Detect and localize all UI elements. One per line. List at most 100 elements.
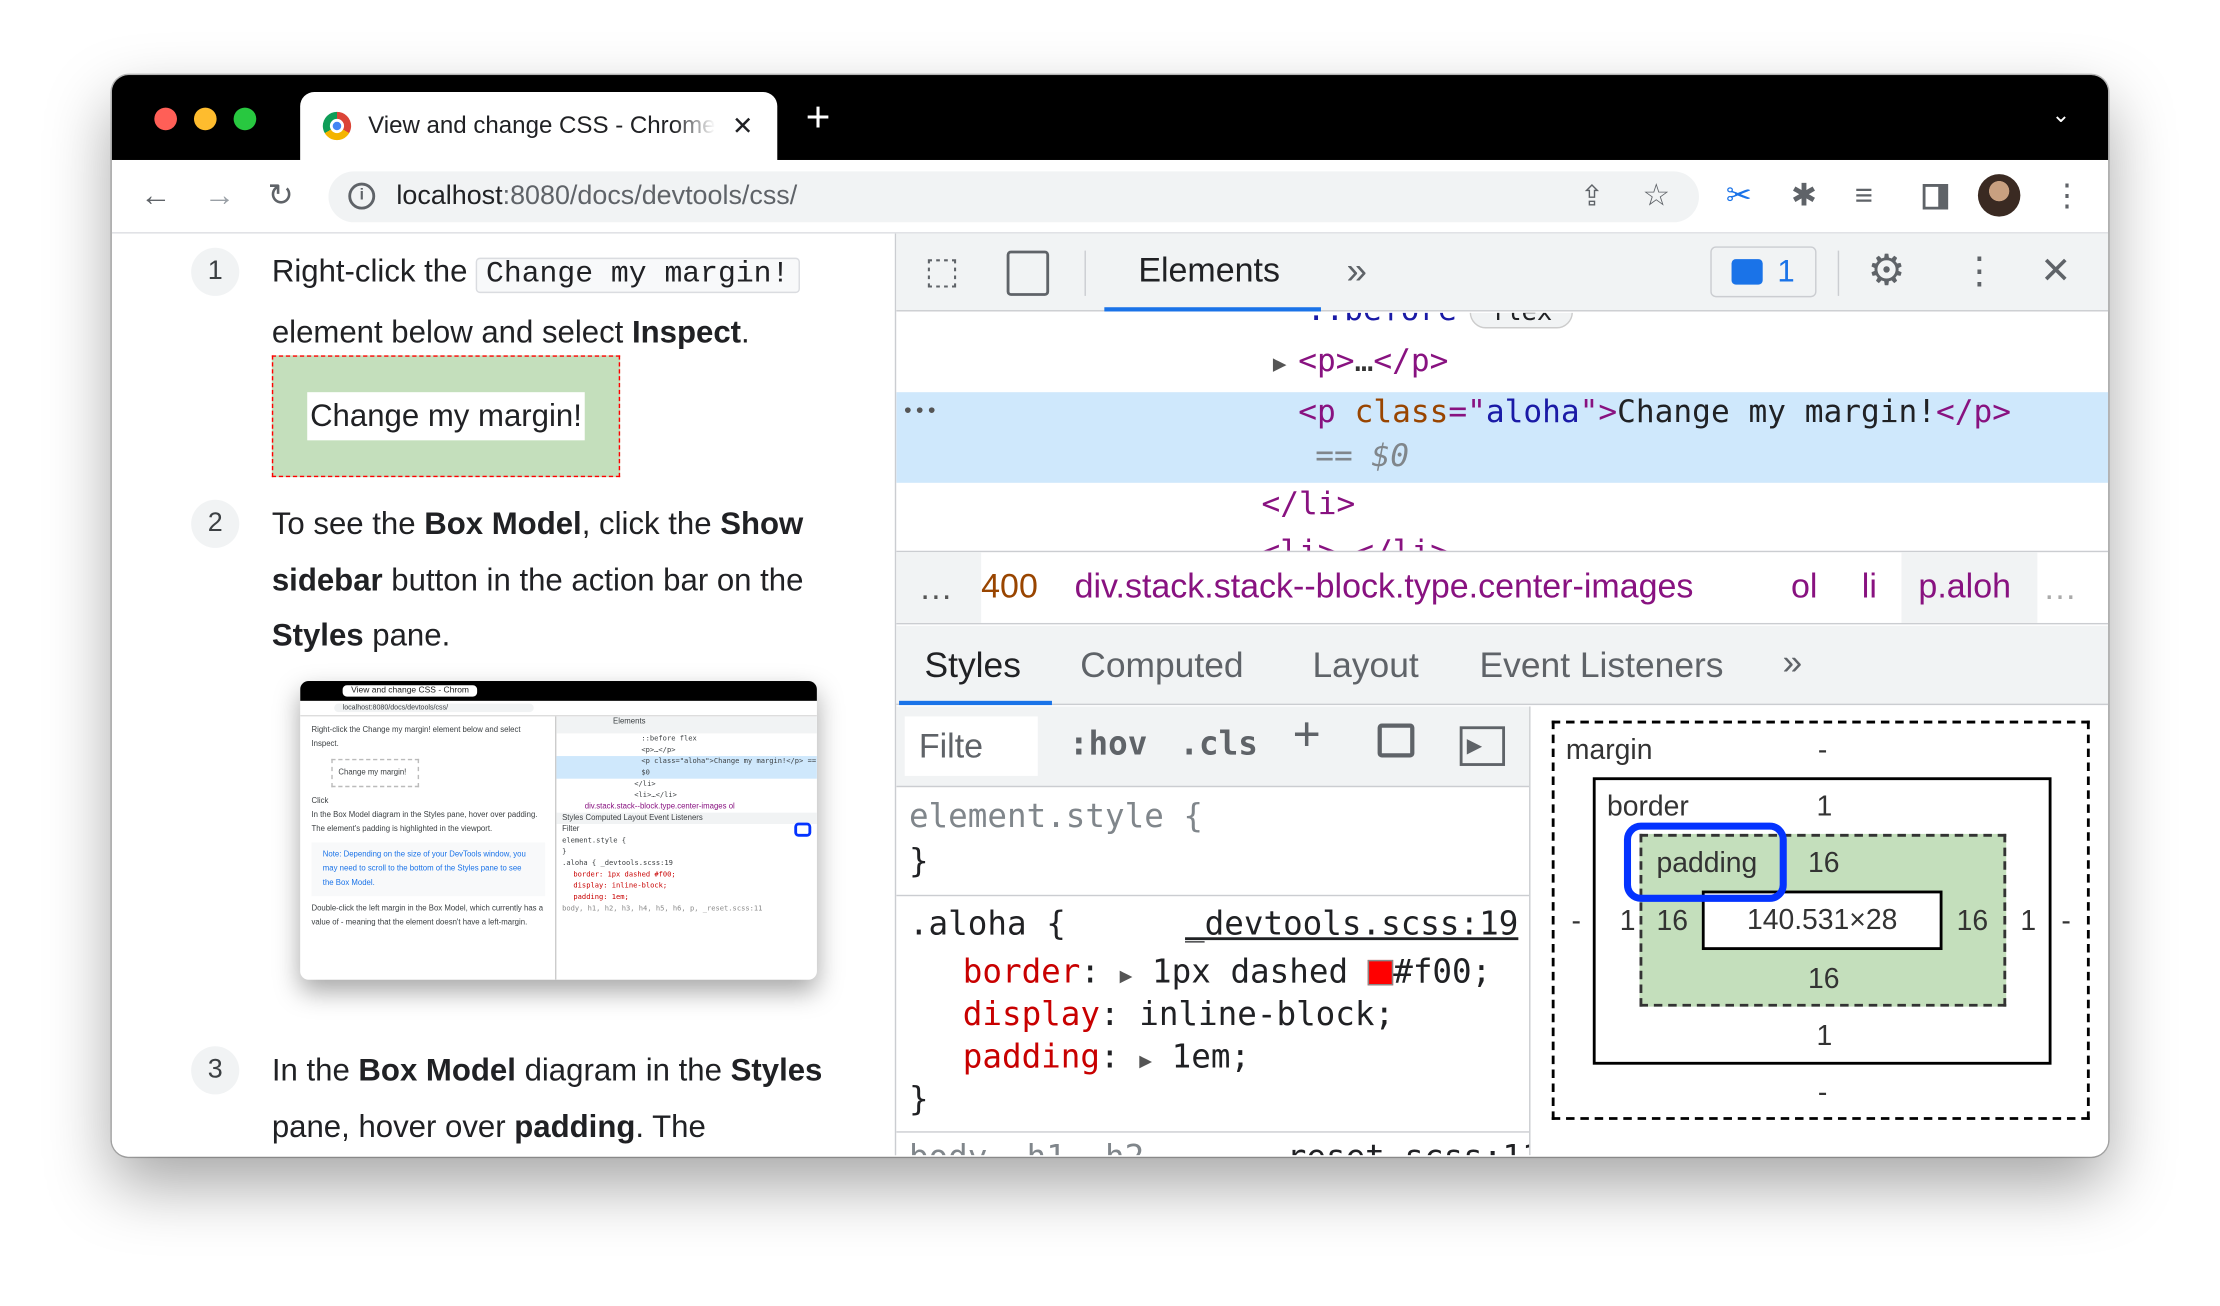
more-tabs-button[interactable]: » (1346, 249, 1366, 293)
thumb-css: .aloha { _devtools.scss:19 (562, 859, 673, 868)
tab-styles[interactable]: Styles (925, 646, 1021, 687)
site-info-icon[interactable]: i (348, 182, 376, 210)
step-text: pane, hover over (271, 1107, 515, 1144)
step-bold: Styles (730, 1051, 823, 1088)
browser-tab[interactable]: View and change CSS - Chrome ✕ (300, 92, 778, 160)
inspect-element-icon[interactable]: ⬚ (925, 252, 960, 289)
thumb-css: display: inline-block; (573, 882, 668, 891)
next-rule-selector[interactable]: body, h1, h2 (909, 1137, 1144, 1156)
breadcrumb-scroll-right[interactable]: … (2043, 569, 2077, 609)
breadcrumb-item-selected[interactable]: p.aloh (1901, 552, 2038, 623)
tab-elements[interactable]: Elements (1138, 252, 1280, 292)
tab-event-listeners[interactable]: Event Listeners (1480, 646, 1724, 687)
dom-node-li[interactable]: <li>…</li> (1261, 535, 1449, 551)
breadcrumb-item[interactable]: li (1862, 568, 1877, 608)
border-top-value[interactable]: 1 (1816, 791, 1832, 824)
source-link[interactable]: _reset.scss:11 (1267, 1137, 1529, 1156)
paint-brush-icon[interactable] (1377, 723, 1415, 758)
padding-bottom-value[interactable]: 16 (1808, 964, 1840, 997)
tab-search-chevron-icon[interactable]: ⌄ (2052, 101, 2071, 129)
breadcrumb-item[interactable]: div.stack.stack--block.type.center-image… (1075, 568, 1694, 608)
border-left-value[interactable]: 1 (1620, 906, 1636, 939)
scissors-icon[interactable]: ✂ (1726, 178, 1752, 212)
padding-top-value[interactable]: 16 (1808, 848, 1840, 881)
expand-triangle-icon[interactable]: ▶ (1273, 350, 1287, 377)
title-bar: View and change CSS - Chrome ✕ + ⌄ (111, 75, 2109, 160)
border-right-value[interactable]: 1 (2020, 906, 2036, 939)
reading-list-icon[interactable]: ≡ (1855, 178, 1873, 212)
cls-button[interactable]: .cls (1179, 726, 1257, 763)
padding-left-value[interactable]: 16 (1657, 906, 1689, 939)
declaration-border[interactable]: border: ▶ 1px dashed #f00; (963, 951, 1491, 996)
close-devtools-icon[interactable]: ✕ (2040, 252, 2071, 289)
margin-label: margin (1565, 734, 1653, 766)
box-margin[interactable]: margin - - - - border 1 1 1 1 padding 16… (1551, 720, 2090, 1120)
node-actions-dots[interactable]: ••• (902, 401, 938, 424)
new-tab-button[interactable]: + (806, 95, 831, 143)
margin-left-value[interactable]: - (1572, 906, 1581, 939)
style-rules: element.style { } .aloha { _devtools.scs… (896, 787, 1530, 1155)
padding-right-value[interactable]: 16 (1957, 906, 1989, 939)
thumb-dom: <p class="aloha">Change my margin!</p> =… (556, 756, 817, 779)
chrome-menu-icon[interactable]: ⋮ (2052, 178, 2083, 212)
tab-computed[interactable]: Computed (1080, 646, 1243, 687)
address-bar[interactable]: i localhost:8080/docs/devtools/css/ ⇪ ☆ (328, 171, 1699, 223)
flex-badge[interactable]: flex (1469, 312, 1574, 329)
screenshot-thumbnail: View and change CSS - Chrom localhost:80… (300, 681, 817, 980)
issues-count: 1 (1777, 253, 1795, 289)
profile-avatar[interactable] (1977, 174, 2021, 217)
margin-right-value[interactable]: - (2061, 906, 2070, 939)
reload-icon[interactable]: ↻ (268, 178, 294, 212)
source-link[interactable]: _devtools.scss:19 (1185, 903, 1518, 945)
maximize-window-button[interactable] (233, 107, 257, 131)
thumb-dom: <p>…</p> (641, 746, 676, 755)
back-icon[interactable]: ← (140, 178, 171, 212)
step-bold: Show (720, 505, 804, 541)
margin-bottom-value[interactable]: - (1818, 1077, 1827, 1110)
forward-icon[interactable]: → (204, 178, 235, 212)
share-icon[interactable]: ⇪ (1580, 180, 1604, 214)
step-text: button in the action bar on the (382, 561, 804, 597)
tab-layout[interactable]: Layout (1312, 646, 1418, 687)
demo-element[interactable]: Change my margin! (271, 355, 621, 478)
border-bottom-value[interactable]: 1 (1816, 1021, 1832, 1054)
box-border[interactable]: border 1 1 1 1 padding 16 16 16 16 140.5… (1592, 777, 2052, 1065)
more-panels-button[interactable]: » (1783, 643, 1803, 684)
minimize-window-button[interactable] (193, 107, 217, 131)
device-toolbar-icon[interactable] (1006, 250, 1050, 296)
breadcrumb-item[interactable]: ol (1791, 568, 1817, 608)
dom-node-li-close[interactable]: </li> (1261, 487, 1355, 522)
margin-top-value[interactable]: - (1818, 735, 1827, 768)
step-bold: Styles (271, 617, 364, 653)
breadcrumb-item[interactable]: 400 (981, 568, 1038, 608)
step-text: element below and select (271, 313, 632, 349)
element-style-selector[interactable]: element.style { (909, 796, 1203, 838)
thumb-css: element.style { (562, 836, 627, 846)
issues-button[interactable]: 1 (1710, 246, 1817, 298)
hov-button[interactable]: :hov (1069, 726, 1147, 763)
extensions-puzzle-icon[interactable]: ✱ (1791, 178, 1817, 212)
breadcrumb-scroll-left[interactable]: … (896, 552, 982, 623)
aloha-selector[interactable]: .aloha { (909, 903, 1066, 945)
new-style-rule-icon[interactable]: + (1293, 711, 1321, 759)
thumb-step: In the Box Model diagram in the Styles p… (311, 811, 538, 834)
step-bold: sidebar (271, 561, 383, 597)
console-ref: == $0 (1315, 438, 1410, 475)
color-swatch[interactable] (1367, 959, 1394, 986)
show-sidebar-icon[interactable]: ▶ (1459, 726, 1506, 766)
pseudo-before[interactable]: ::before (1307, 313, 1457, 329)
filter-input[interactable]: Filte (904, 716, 1038, 776)
close-tab-icon[interactable]: ✕ (732, 111, 753, 141)
declaration-display[interactable]: display: inline-block; (963, 994, 1394, 1036)
more-options-icon[interactable]: ⋮ (1961, 252, 1998, 289)
declaration-padding[interactable]: padding: ▶ 1em; (963, 1036, 1250, 1081)
settings-gear-icon[interactable]: ⚙ (1867, 250, 1905, 293)
dom-node-p[interactable]: <p>…</p> (1298, 344, 1448, 379)
breadcrumb-bar: … 400 div.stack.stack--block.type.center… (896, 550, 2109, 625)
close-window-button[interactable] (154, 107, 177, 131)
bookmark-star-icon[interactable]: ☆ (1642, 178, 1670, 212)
step-2: To see the Box Model, click the Show sid… (272, 496, 881, 664)
side-panel-icon[interactable] (1922, 184, 1949, 210)
thumb-filter-row: Filter (556, 822, 817, 837)
step-bold: padding (514, 1107, 636, 1144)
